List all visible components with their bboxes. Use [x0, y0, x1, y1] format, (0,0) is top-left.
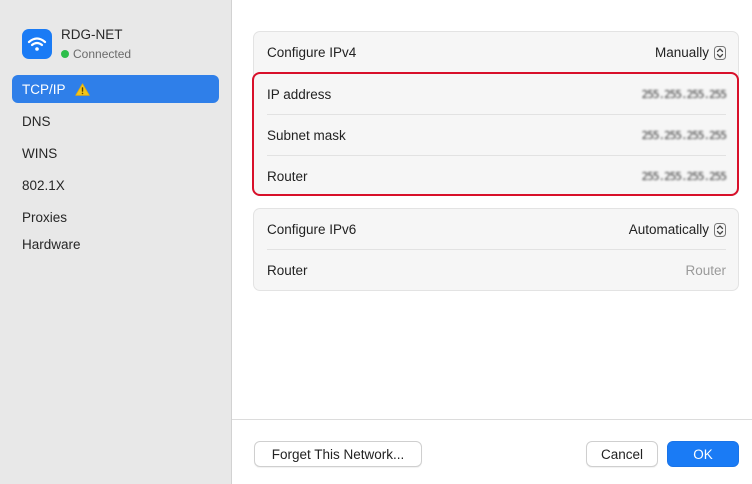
configure-ipv6-value: Automatically	[628, 222, 709, 237]
configure-ipv4-label: Configure IPv4	[267, 45, 357, 60]
network-name: RDG-NET	[61, 27, 123, 42]
ipv6-router-row: Router Router	[254, 250, 738, 291]
sidebar-item-proxies[interactable]: Proxies	[12, 203, 219, 231]
subnet-mask-row: Subnet mask 255.255.255.255	[254, 115, 738, 156]
subnet-mask-label: Subnet mask	[267, 128, 346, 143]
sidebar-item-hardware[interactable]: Hardware	[12, 235, 219, 251]
configure-ipv4-popup[interactable]: Manually	[655, 45, 726, 60]
ip-address-label: IP address	[267, 87, 332, 102]
ipv6-router-field[interactable]: Router	[685, 263, 726, 278]
network-status: Connected	[61, 47, 131, 61]
warning-icon	[74, 82, 90, 96]
sidebar-item-label: DNS	[22, 113, 51, 129]
chevron-up-down-icon	[714, 45, 726, 60]
ipv6-group: Configure IPv6 Automatically Router Rout…	[253, 208, 739, 291]
sidebar-item-label: TCP/IP	[22, 81, 66, 97]
configure-ipv4-value: Manually	[654, 45, 709, 60]
sidebar-item-label: 802.1X	[22, 177, 65, 193]
chevron-up-down-icon	[714, 222, 726, 237]
sidebar-item-8021x[interactable]: 802.1X	[12, 171, 219, 199]
wifi-icon	[22, 29, 52, 59]
sidebar-item-tcpip[interactable]: TCP/IP	[12, 75, 219, 103]
status-dot-icon	[61, 50, 69, 58]
ip-address-row: IP address 255.255.255.255	[254, 74, 738, 115]
configure-ipv6-row: Configure IPv6 Automatically	[254, 209, 738, 250]
sidebar-item-wins[interactable]: WINS	[12, 139, 219, 167]
sidebar-item-dns[interactable]: DNS	[12, 107, 219, 135]
configure-ipv6-popup[interactable]: Automatically	[629, 222, 726, 237]
network-status-label: Connected	[73, 47, 132, 61]
sidebar-item-label: Proxies	[22, 209, 68, 225]
ok-button[interactable]: OK	[667, 441, 739, 467]
subnet-mask-field[interactable]: 255.255.255.255	[642, 129, 727, 142]
ip-address-field[interactable]: 255.255.255.255	[642, 88, 727, 101]
configure-ipv4-row: Configure IPv4 Manually	[254, 32, 738, 73]
sidebar: RDG-NET Connected TCP/IP DNS WINS 802.1X…	[0, 0, 232, 484]
router-field[interactable]: 255.255.255.255	[642, 170, 727, 183]
router-label: Router	[267, 169, 308, 184]
ipv6-router-label: Router	[267, 263, 308, 278]
configure-ipv6-label: Configure IPv6	[267, 222, 357, 237]
ipv4-group: Configure IPv4 Manually IP address 255.2…	[253, 31, 739, 196]
sidebar-item-label: Hardware	[22, 237, 81, 251]
footer-divider	[232, 419, 752, 420]
sidebar-item-label: WINS	[22, 145, 58, 161]
router-row: Router 255.255.255.255	[254, 156, 738, 197]
forget-network-button[interactable]: Forget This Network...	[254, 441, 422, 467]
network-header: RDG-NET Connected	[22, 24, 222, 64]
cancel-button[interactable]: Cancel	[586, 441, 658, 467]
